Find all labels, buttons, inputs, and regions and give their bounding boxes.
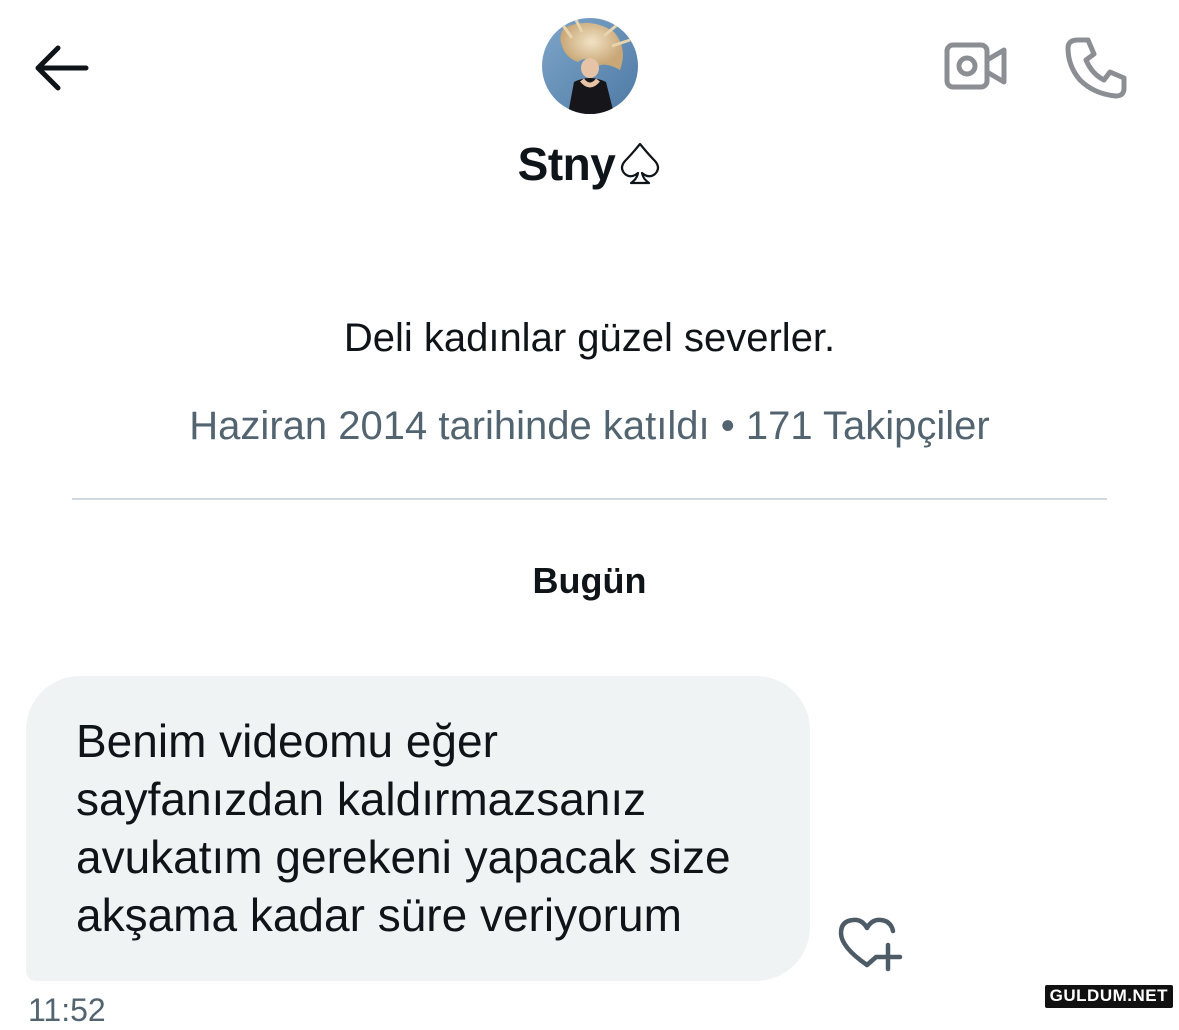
heart-plus-icon xyxy=(838,917,903,972)
back-button[interactable] xyxy=(24,32,96,104)
watermark: GULDUM.NET xyxy=(1044,985,1173,1008)
arrow-left-icon xyxy=(35,45,89,91)
profile-bio: Deli kadınlar güzel severler. xyxy=(343,316,836,360)
profile-name[interactable]: Stny xyxy=(0,134,1179,194)
phone-icon xyxy=(1065,37,1127,99)
voice-call-button[interactable] xyxy=(1056,28,1136,108)
day-separator: Bugün xyxy=(532,560,647,601)
message-text: Benim videomu eğer sayfanızdan kaldırmaz… xyxy=(76,715,731,941)
video-camera-icon xyxy=(944,42,1007,90)
avatar[interactable] xyxy=(542,18,638,114)
divider xyxy=(72,498,1107,500)
message-timestamp: 11:52 xyxy=(28,992,106,1028)
video-call-button[interactable] xyxy=(936,30,1016,102)
profile-meta: Haziran 2014 tarihinde katıldı • 171 Tak… xyxy=(189,404,990,448)
add-reaction-button[interactable] xyxy=(832,912,908,976)
spade-icon xyxy=(621,142,660,185)
message-bubble[interactable]: Benim videomu eğer sayfanızdan kaldırmaz… xyxy=(26,676,810,981)
display-name: Stny xyxy=(517,138,616,190)
